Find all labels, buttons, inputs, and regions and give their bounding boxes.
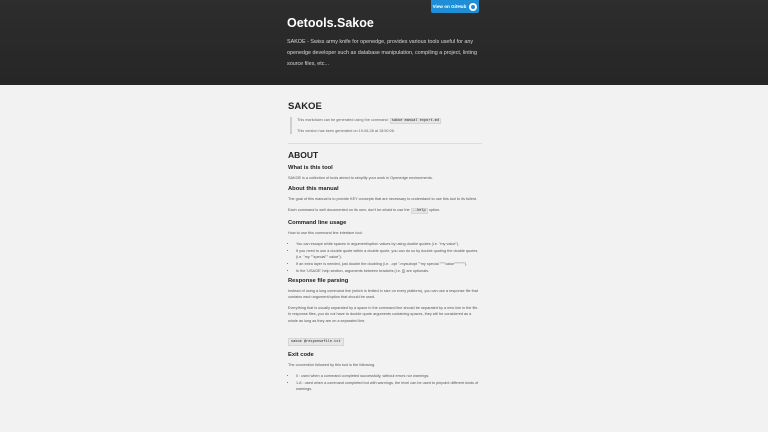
about-heading: ABOUT (288, 150, 319, 160)
generated-command-text: This markdown can be generated using the… (297, 118, 389, 122)
manual-heading: About this manual (288, 186, 339, 193)
doc-title: SAKOE (288, 101, 322, 112)
list-item: You can escape white spaces in argument/… (296, 241, 482, 247)
what-text: SAKOE is a collection of tools aimed to … (288, 176, 433, 180)
manual-text-1: The goal of this manual is to provide KE… (288, 197, 478, 202)
view-on-github-button[interactable]: View on GitHub (431, 0, 479, 13)
what-heading: What is this tool (288, 165, 333, 171)
list-item: If you need to use a double quote within… (296, 248, 482, 260)
page-header: View on GitHub Oetools.Sakoe SAKOE - Swi… (0, 0, 768, 85)
response-code-block: sakoe @responsefile.txt (288, 337, 344, 346)
version-note: This version has been generated on 19-06… (297, 129, 395, 133)
view-on-github-label: View on GitHub (432, 4, 467, 9)
list-item: 0 : used when a command completed succes… (296, 373, 482, 379)
manual-text-2: Each command is well documented on its o… (288, 207, 482, 215)
list-item: 1-8 : used when a command completed but … (296, 380, 482, 392)
generated-command-note: This markdown can be generated using the… (297, 117, 482, 124)
cli-list: You can escape white spaces in argument/… (288, 241, 482, 274)
response-text-2: Everything that is usually separated by … (288, 306, 479, 323)
list-item: In the 'USAGE' help section, arguments b… (296, 268, 482, 274)
cli-heading: Command line usage (288, 219, 347, 226)
response-text-1: Instead of using a long command line (wh… (288, 288, 478, 300)
response-heading: Response file parsing (288, 277, 349, 284)
generated-command-code: sakoe manual export-md (389, 118, 442, 124)
exit-list: 0 : used when a command completed succes… (288, 373, 482, 392)
manual-text-2-post: option. (428, 208, 441, 213)
divider (288, 143, 482, 144)
github-icon (469, 2, 478, 11)
help-option-code: --help (410, 208, 428, 215)
generation-note: This markdown can be generated using the… (290, 117, 482, 134)
cli-intro: How to use this command line interface t… (288, 230, 363, 235)
exit-intro: The convention followed by this tool is … (288, 362, 376, 367)
site-title: Oetools.Sakoe (287, 16, 374, 30)
exit-heading: Exit code (288, 351, 314, 358)
site-description: SAKOE - Swiss army knife for openedge, p… (287, 39, 477, 67)
list-item: If an extra layer is needed, just double… (296, 261, 482, 267)
main-content: SAKOE This markdown can be generated usi… (288, 101, 482, 396)
manual-text-2-pre: Each command is well documented on its o… (288, 208, 410, 213)
